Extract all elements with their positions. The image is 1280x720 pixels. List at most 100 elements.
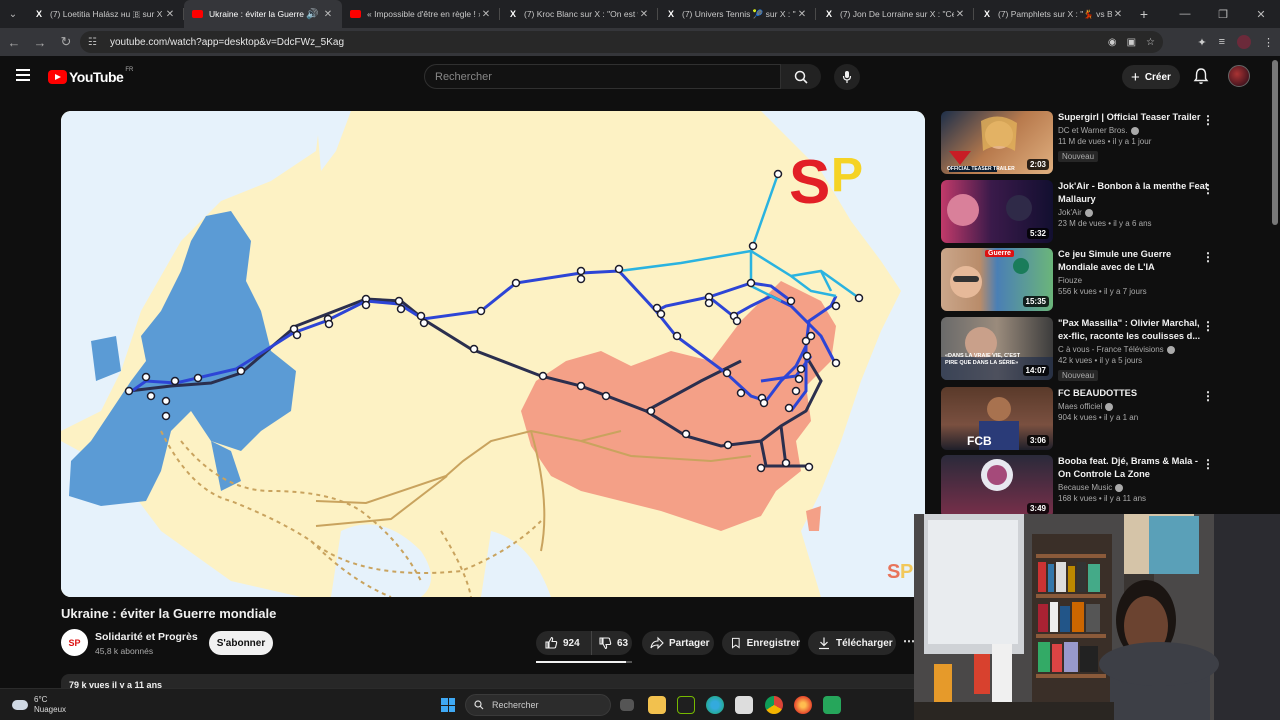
edge-icon[interactable] bbox=[706, 696, 724, 714]
browser-tab[interactable]: X (7) Jon De Lorraine sur X : "Ce ✕ bbox=[816, 0, 974, 28]
close-tab-icon[interactable]: ✕ bbox=[322, 9, 334, 20]
weather-widget[interactable]: 6°C Nuageux bbox=[12, 695, 66, 715]
page-scrollbar[interactable] bbox=[1272, 60, 1278, 225]
channel-name[interactable]: Fiouze bbox=[1058, 276, 1082, 285]
video-title[interactable]: "Pax Massilia" : Olivier Marchal, ex-fli… bbox=[1058, 317, 1210, 343]
recommended-video[interactable]: Guerre 15:35 Ce jeu Simule une Guerre Mo… bbox=[941, 248, 1271, 312]
site-info-icon[interactable]: ☷ bbox=[88, 37, 102, 48]
browser-tab[interactable]: X (7) Univers Tennis 🎾 sur X : "a ✕ bbox=[658, 0, 816, 28]
video-thumbnail[interactable]: Guerre 15:35 bbox=[941, 248, 1053, 311]
close-tab-icon[interactable]: ✕ bbox=[1112, 9, 1124, 20]
app-icon[interactable] bbox=[823, 696, 841, 714]
search-button[interactable] bbox=[781, 64, 821, 89]
video-thumbnail[interactable]: 5:32 bbox=[941, 180, 1053, 243]
youtube-logo[interactable]: YouTube FR bbox=[48, 67, 133, 85]
verified-icon bbox=[1084, 208, 1093, 217]
webcam-overlay bbox=[914, 514, 1280, 720]
close-tab-icon[interactable]: ✕ bbox=[638, 9, 650, 20]
speaker-icon[interactable]: 🔊 bbox=[306, 9, 318, 20]
tab-title: (7) Kroc Blanc sur X : "On est vr bbox=[524, 9, 638, 19]
browser-tab[interactable]: « Impossible d'être en règle ! » ✕ bbox=[342, 0, 500, 28]
minimize-icon[interactable]: — bbox=[1166, 0, 1204, 28]
video-thumbnail[interactable]: FCB 3:06 bbox=[941, 387, 1053, 450]
recommended-video[interactable]: 5:32 Jok'Air - Bonbon à la menthe Feat M… bbox=[941, 180, 1271, 244]
chrome-icon[interactable] bbox=[765, 696, 783, 714]
file-explorer-icon[interactable] bbox=[648, 696, 666, 714]
video-thumbnail[interactable]: OFFICIAL TEASER TRAILER 2:03 bbox=[941, 111, 1053, 174]
recommended-video[interactable]: FCB 3:06 FC BEAUDOTTES Maes officiel 904… bbox=[941, 387, 1271, 451]
close-window-icon[interactable]: ✕ bbox=[1242, 0, 1280, 28]
sp-logo: S bbox=[789, 148, 830, 217]
recommended-video[interactable]: 3:49 Booba feat. Djé, Brams & Mala - On … bbox=[941, 455, 1271, 519]
tab-search-icon[interactable]: ⌄ bbox=[0, 0, 26, 28]
channel-name[interactable]: DC et Warner Bros. bbox=[1058, 126, 1128, 135]
more-options-icon[interactable]: ⋮ bbox=[1202, 113, 1214, 127]
channel-name[interactable]: C à vous - France Télévisions bbox=[1058, 345, 1164, 354]
video-title[interactable]: FC BEAUDOTTES bbox=[1058, 387, 1210, 400]
back-icon[interactable]: ← bbox=[2, 30, 26, 54]
share-button[interactable]: Partager bbox=[642, 631, 714, 655]
address-bar[interactable]: ☷ youtube.com/watch?app=desktop&v=DdcFWz… bbox=[80, 31, 1163, 53]
close-tab-icon[interactable]: ✕ bbox=[796, 9, 808, 20]
more-options-icon[interactable]: ⋮ bbox=[1202, 319, 1214, 333]
like-button[interactable]: 924 bbox=[536, 631, 592, 655]
account-avatar[interactable] bbox=[1228, 65, 1250, 87]
video-thumbnail[interactable]: 3:49 bbox=[941, 455, 1053, 518]
firefox-icon[interactable] bbox=[794, 696, 812, 714]
close-tab-icon[interactable]: ✕ bbox=[954, 9, 966, 20]
more-options-icon[interactable]: ⋮ bbox=[1202, 457, 1214, 471]
profile-avatar[interactable] bbox=[1237, 35, 1251, 49]
nvidia-icon[interactable] bbox=[677, 696, 695, 714]
more-options-icon[interactable]: ⋮ bbox=[1202, 389, 1214, 403]
browser-tab[interactable]: X (7) Loetitia Halász нu 🇧 sur X ✕ bbox=[26, 0, 184, 28]
video-title[interactable]: Jok'Air - Bonbon à la menthe Feat Mallau… bbox=[1058, 180, 1210, 206]
task-view-icon[interactable] bbox=[620, 699, 634, 711]
taskbar-search[interactable]: Rechercher bbox=[465, 694, 611, 716]
media-controls-icon[interactable]: ≡ bbox=[1219, 36, 1225, 48]
channel-avatar[interactable]: SP bbox=[61, 629, 88, 656]
store-icon[interactable] bbox=[735, 696, 753, 714]
extensions-icon[interactable]: ✦ bbox=[1197, 36, 1206, 49]
channel-name[interactable]: Solidarité et Progrès bbox=[95, 631, 198, 643]
windows-taskbar: 6°C Nuageux Rechercher bbox=[0, 688, 914, 720]
save-button[interactable]: Enregistrer bbox=[722, 631, 800, 655]
close-tab-icon[interactable]: ✕ bbox=[164, 9, 176, 20]
menu-icon[interactable] bbox=[16, 69, 30, 81]
video-title[interactable]: Ce jeu Simule une Guerre Mondiale avec d… bbox=[1058, 248, 1210, 274]
recommended-video[interactable]: OFFICIAL TEASER TRAILER 2:03 Supergirl |… bbox=[941, 111, 1271, 175]
close-tab-icon[interactable]: ✕ bbox=[480, 9, 492, 20]
download-button[interactable]: Télécharger bbox=[808, 631, 896, 655]
video-title[interactable]: Booba feat. Djé, Brams & Mala - On Contr… bbox=[1058, 455, 1210, 481]
windows-start-icon[interactable] bbox=[441, 698, 455, 712]
video-player[interactable]: S P S P bbox=[61, 111, 925, 597]
lens-icon[interactable]: ◉ bbox=[1108, 37, 1117, 48]
forward-icon[interactable]: → bbox=[28, 30, 52, 54]
more-options-icon[interactable]: ⋮ bbox=[1202, 182, 1214, 196]
search-input[interactable]: Rechercher bbox=[424, 64, 781, 89]
search-icon bbox=[474, 700, 484, 710]
bookmark-star-icon[interactable]: ☆ bbox=[1146, 37, 1155, 48]
reload-icon[interactable]: ↻ bbox=[54, 30, 78, 54]
subscribe-button[interactable]: S'abonner bbox=[209, 631, 273, 655]
x-logo-icon: X bbox=[983, 9, 990, 19]
more-options-icon[interactable]: ⋮ bbox=[1202, 250, 1214, 264]
recommended-video[interactable]: «DANS LA VRAIE VIE, C'EST PIRE QUE DANS … bbox=[941, 317, 1271, 381]
create-button[interactable]: + Créer bbox=[1122, 65, 1180, 89]
video-thumbnail[interactable]: «DANS LA VRAIE VIE, C'EST PIRE QUE DANS … bbox=[941, 317, 1053, 380]
thumbs-up-icon bbox=[545, 636, 558, 649]
notifications-bell-icon[interactable] bbox=[1193, 67, 1209, 85]
video-title[interactable]: Supergirl | Official Teaser Trailer bbox=[1058, 111, 1210, 124]
channel-name[interactable]: Because Music bbox=[1058, 483, 1112, 492]
channel-name[interactable]: Jok'Air bbox=[1058, 208, 1082, 217]
browser-tab-active[interactable]: Ukraine : éviter la Guerre mondiale🔊 ✕ bbox=[184, 0, 342, 28]
cast-icon[interactable]: ▣ bbox=[1127, 37, 1136, 48]
restore-icon[interactable]: ❐ bbox=[1204, 0, 1242, 28]
browser-menu-icon[interactable]: ⋮ bbox=[1263, 36, 1274, 49]
browser-tab[interactable]: X (7) Pamphlets sur X : "💃 vs BR ✕ bbox=[974, 0, 1132, 28]
channel-name[interactable]: Maes officiel bbox=[1058, 402, 1102, 411]
new-tab-button[interactable]: + bbox=[1132, 0, 1156, 28]
dislike-button[interactable]: 63 bbox=[592, 636, 628, 650]
video-stats: 11 M de vues • il y a 1 jour bbox=[1058, 137, 1152, 146]
voice-search-button[interactable] bbox=[834, 64, 860, 90]
browser-tab[interactable]: X (7) Kroc Blanc sur X : "On est vr ✕ bbox=[500, 0, 658, 28]
